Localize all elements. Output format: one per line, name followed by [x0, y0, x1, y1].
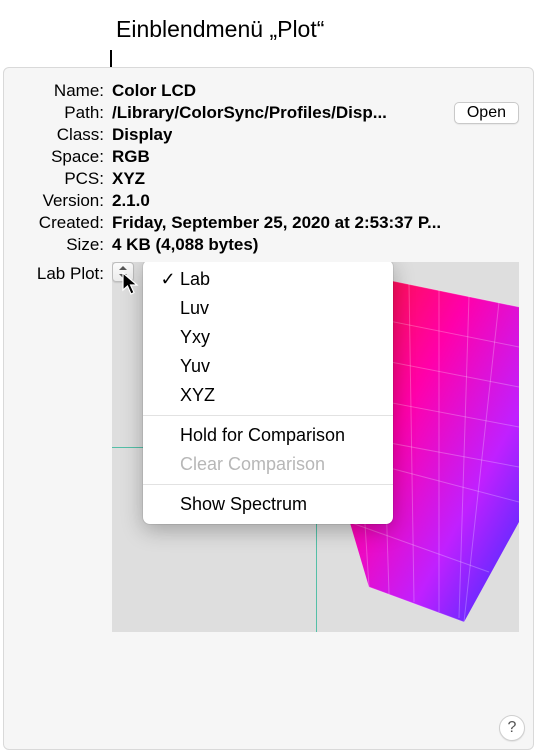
- menu-item-label: Lab: [180, 269, 210, 290]
- menu-item-label: Show Spectrum: [180, 494, 307, 515]
- value-version: 2.1.0: [112, 190, 150, 212]
- row-pcs: PCS: XYZ: [18, 168, 519, 190]
- row-path: Path: /Library/ColorSync/Profiles/Disp..…: [18, 102, 519, 124]
- row-class: Class: Display: [18, 124, 519, 146]
- menu-item-label: Yxy: [180, 327, 210, 348]
- label-created: Created:: [18, 212, 104, 234]
- label-class: Class:: [18, 124, 104, 146]
- label-size: Size:: [18, 234, 104, 256]
- plot-popup-menu: ✓ Lab Luv Yxy Yuv XYZ: [143, 262, 393, 524]
- label-version: Version:: [18, 190, 104, 212]
- label-name: Name:: [18, 80, 104, 102]
- row-version: Version: 2.1.0: [18, 190, 519, 212]
- open-button[interactable]: Open: [454, 102, 519, 124]
- profile-panel: Name: Color LCD Path: /Library/ColorSync…: [3, 67, 534, 750]
- menu-item-clear-comparison: Clear Comparison: [143, 450, 393, 479]
- value-space: RGB: [112, 146, 150, 168]
- row-size: Size: 4 KB (4,088 bytes): [18, 234, 519, 256]
- label-labplot: Lab Plot:: [18, 264, 104, 284]
- label-path: Path:: [18, 102, 104, 124]
- menu-item-lab[interactable]: ✓ Lab: [143, 265, 393, 294]
- value-size: 4 KB (4,088 bytes): [112, 234, 258, 256]
- menu-item-luv[interactable]: Luv: [143, 294, 393, 323]
- menu-item-yuv[interactable]: Yuv: [143, 352, 393, 381]
- menu-separator: [143, 415, 393, 416]
- menu-item-label: Yuv: [180, 356, 210, 377]
- menu-item-xyz[interactable]: XYZ: [143, 381, 393, 410]
- row-name: Name: Color LCD: [18, 80, 519, 102]
- menu-item-label: Hold for Comparison: [180, 425, 345, 446]
- value-path: /Library/ColorSync/Profiles/Disp...: [112, 102, 387, 124]
- row-created: Created: Friday, September 25, 2020 at 2…: [18, 212, 519, 234]
- plot-area[interactable]: ✓ Lab Luv Yxy Yuv XYZ: [112, 262, 519, 632]
- value-class: Display: [112, 124, 172, 146]
- menu-item-yxy[interactable]: Yxy: [143, 323, 393, 352]
- menu-item-label: Clear Comparison: [180, 454, 325, 475]
- value-pcs: XYZ: [112, 168, 145, 190]
- checkmark-icon: ✓: [159, 269, 177, 290]
- row-space: Space: RGB: [18, 146, 519, 168]
- value-name: Color LCD: [112, 80, 196, 102]
- menu-item-show-spectrum[interactable]: Show Spectrum: [143, 490, 393, 519]
- row-labplot: Lab Plot:: [18, 262, 519, 632]
- help-button[interactable]: ?: [499, 715, 525, 741]
- label-pcs: PCS:: [18, 168, 104, 190]
- menu-item-label: XYZ: [180, 385, 215, 406]
- label-space: Space:: [18, 146, 104, 168]
- menu-item-hold-comparison[interactable]: Hold for Comparison: [143, 421, 393, 450]
- cursor-icon: [122, 272, 142, 296]
- menu-separator: [143, 484, 393, 485]
- value-created: Friday, September 25, 2020 at 2:53:37 P.…: [112, 212, 441, 234]
- menu-item-label: Luv: [180, 298, 209, 319]
- callout-caption: Einblendmenü „Plot“: [116, 16, 324, 43]
